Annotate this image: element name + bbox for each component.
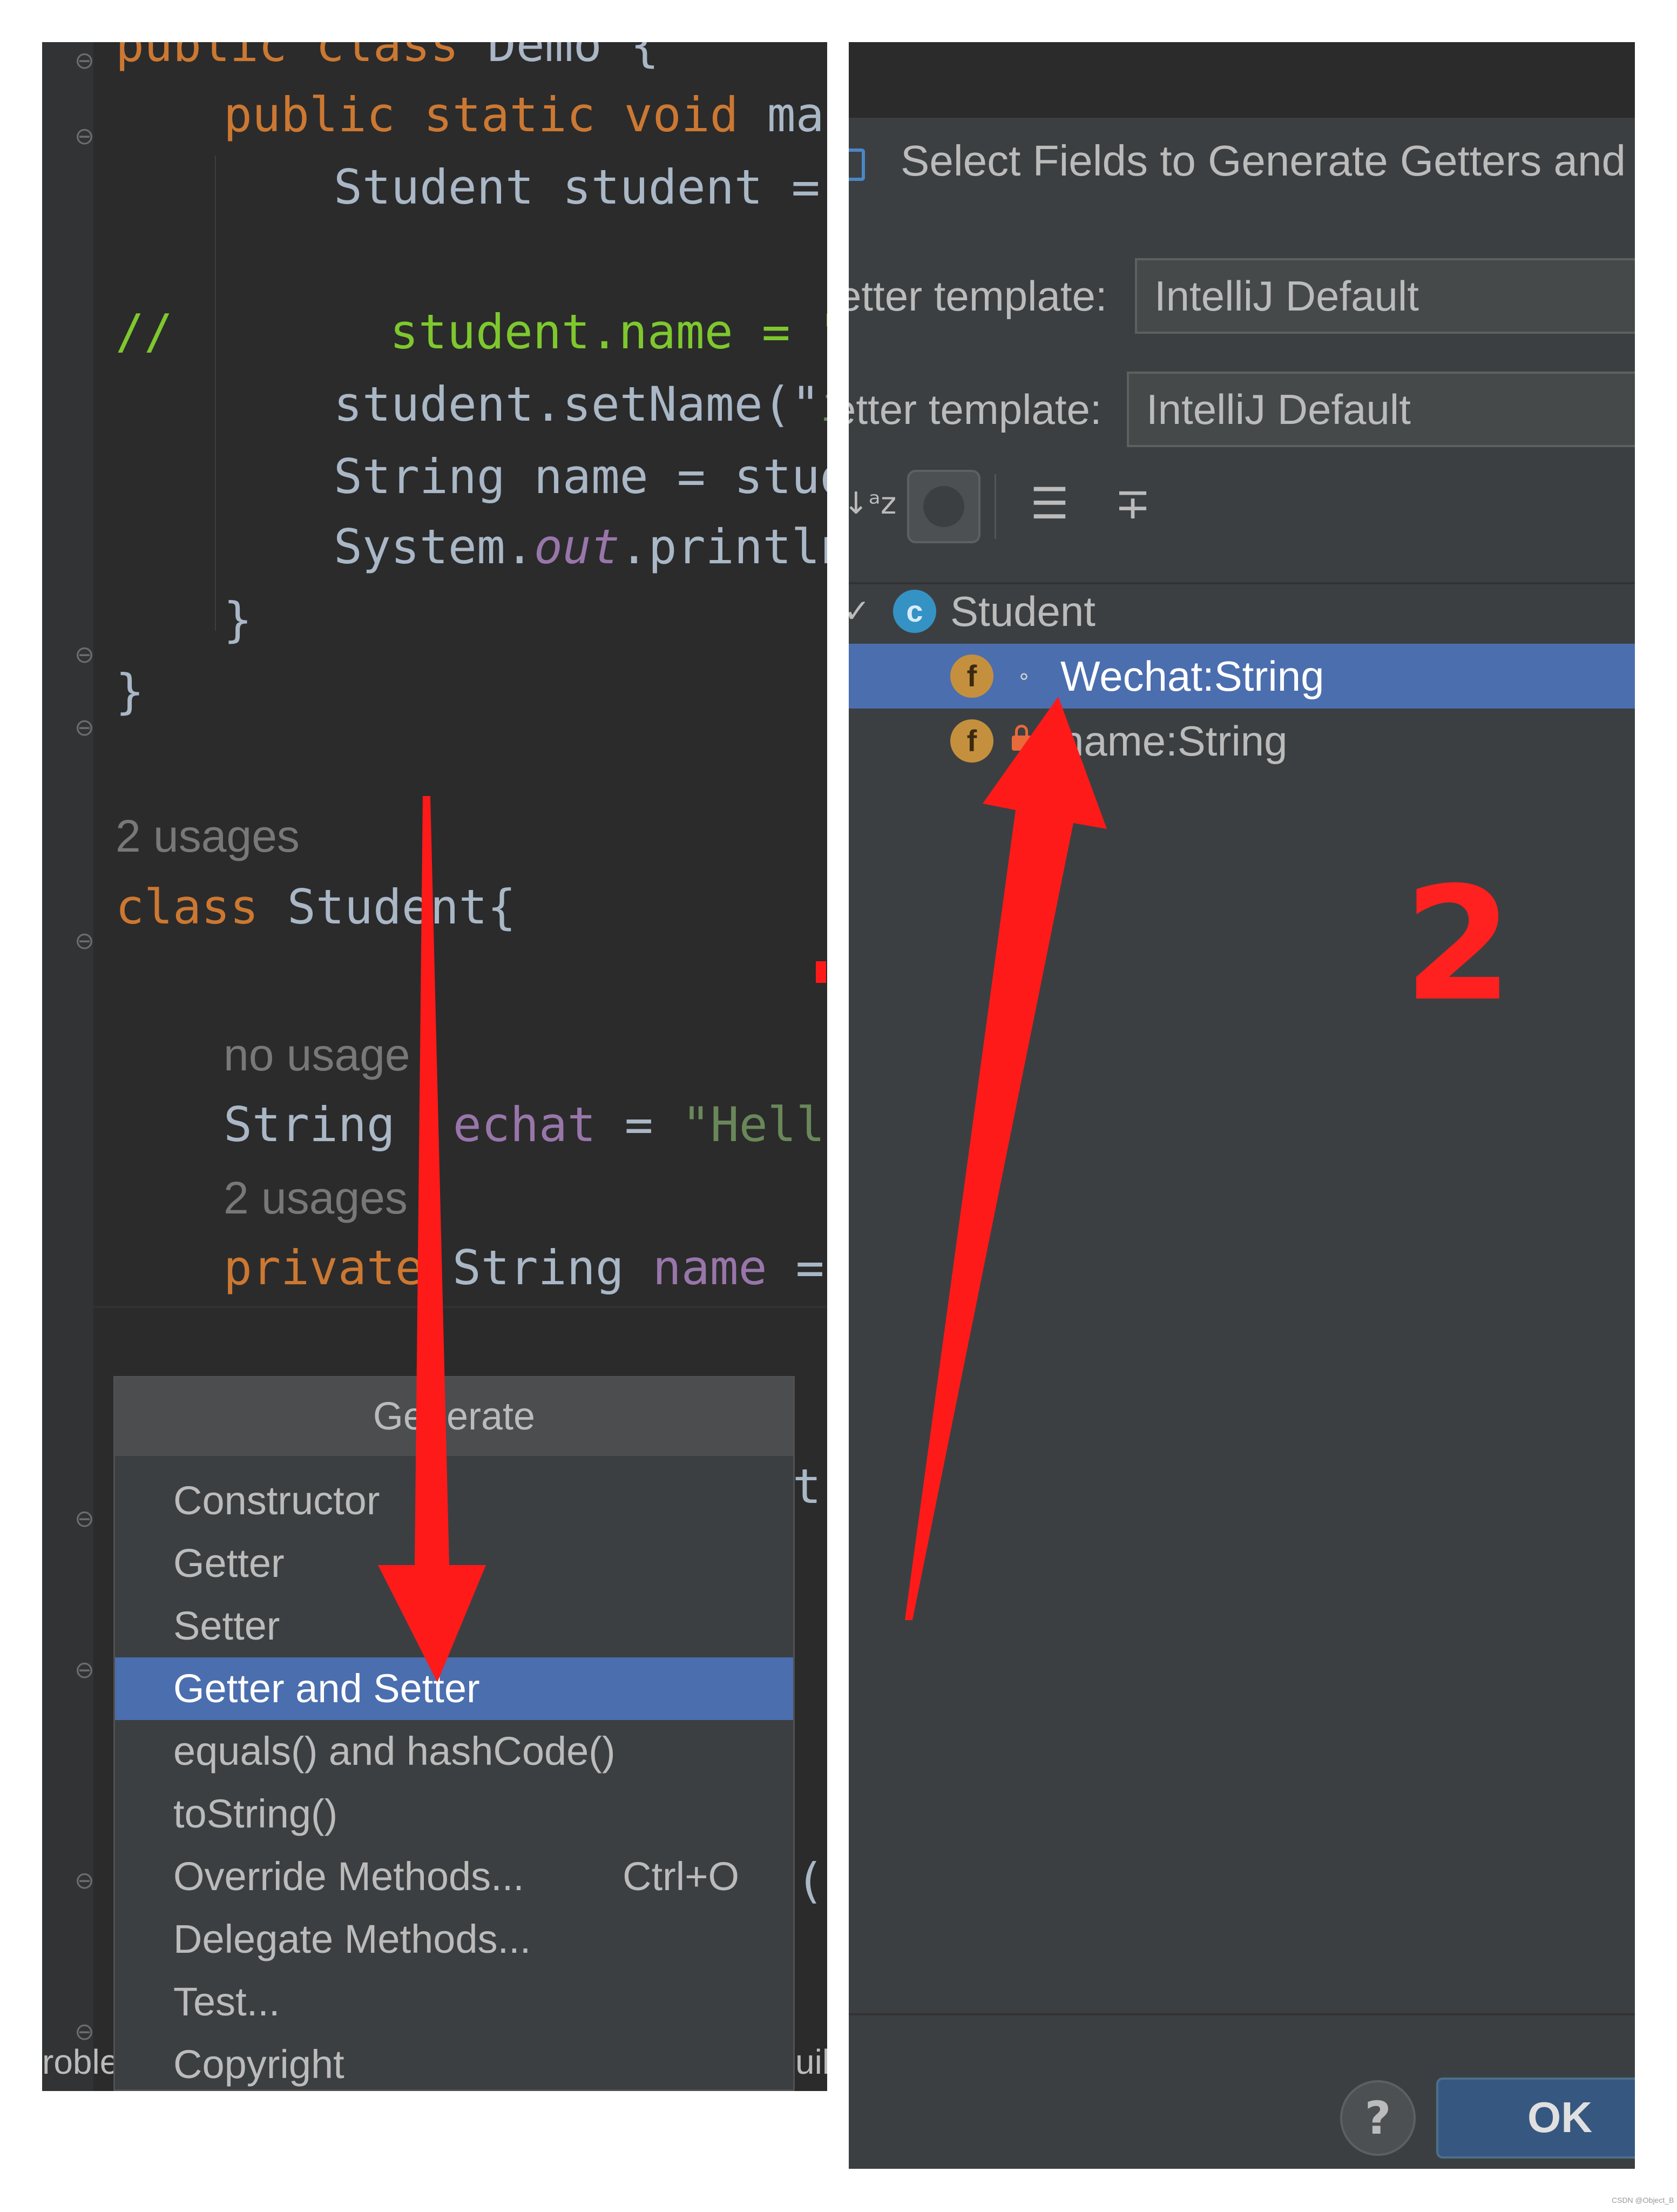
arrow-down-icon (378, 796, 486, 1682)
annotation-arrows (378, 697, 1107, 1682)
arrow-up-icon (905, 697, 1107, 1620)
arrow-mark (816, 961, 826, 983)
watermark: CSDN @Object_B (1612, 2196, 1674, 2204)
